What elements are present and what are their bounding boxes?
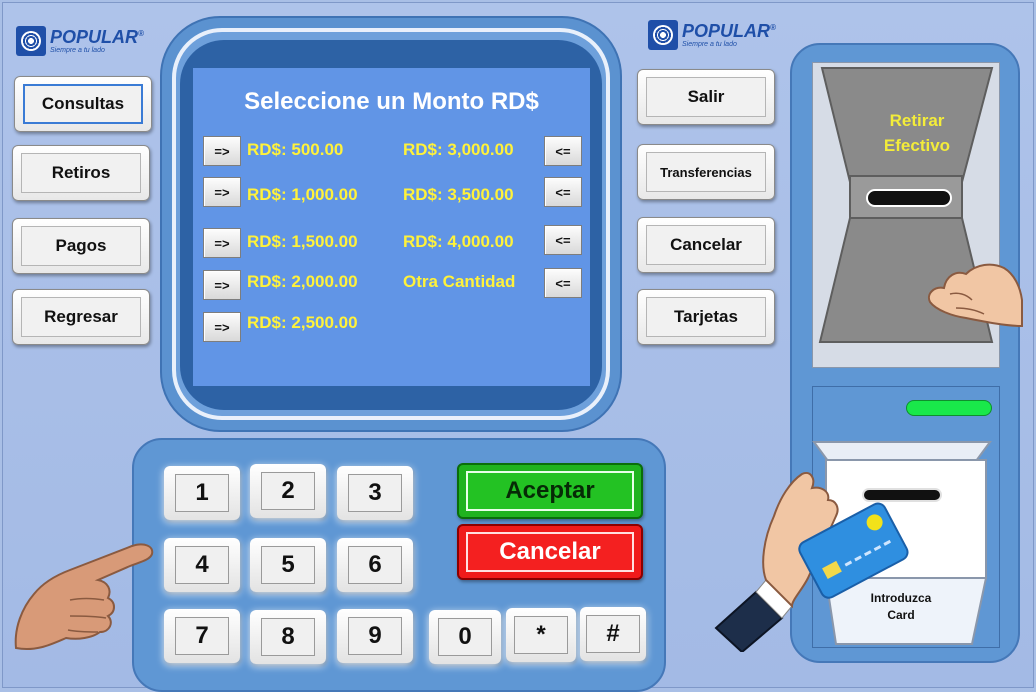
select-other-button[interactable]: <=	[544, 268, 582, 298]
key-8[interactable]: 8	[250, 610, 326, 664]
amount-500: RD$: 500.00	[247, 140, 344, 159]
key-5-label: 5	[261, 546, 315, 584]
consultas-label: Consultas	[23, 84, 143, 124]
key-star[interactable]: *	[506, 608, 576, 662]
key-hash-label: #	[586, 615, 640, 653]
retiros-button[interactable]: Retiros	[12, 145, 150, 201]
select-1000-button[interactable]: =>	[203, 177, 241, 207]
amount-3500: RD$: 3,500.00	[403, 185, 514, 204]
key-5[interactable]: 5	[250, 538, 326, 592]
key-7[interactable]: 7	[164, 609, 240, 663]
aceptar-button[interactable]: Aceptar	[457, 463, 643, 519]
amount-4000: RD$: 4,000.00	[403, 232, 514, 251]
key-8-label: 8	[261, 618, 315, 656]
select-2500-button[interactable]: =>	[203, 312, 241, 342]
amount-2500: RD$: 2,500.00	[247, 313, 358, 332]
popular-logo-right: POPULAR® Siempre a tu lado	[648, 20, 776, 50]
status-led	[906, 400, 992, 416]
tarjetas-button[interactable]: Tarjetas	[637, 289, 775, 345]
consultas-button[interactable]: Consultas	[14, 76, 152, 132]
hand-with-card-icon	[714, 472, 909, 652]
atm-screen: Seleccione un Monto RD$ => RD$: 500.00 =…	[193, 68, 590, 386]
regresar-label: Regresar	[21, 297, 141, 337]
pointing-hand-icon	[14, 543, 154, 650]
key-0-label: 0	[438, 618, 492, 656]
key-6-label: 6	[348, 546, 402, 584]
select-2000-button[interactable]: =>	[203, 270, 241, 300]
select-3000-button[interactable]: <=	[544, 136, 582, 166]
tarjetas-label: Tarjetas	[646, 297, 766, 337]
pagos-button[interactable]: Pagos	[12, 218, 150, 274]
key-star-label: *	[514, 616, 568, 654]
key-0[interactable]: 0	[429, 610, 501, 664]
key-hash[interactable]: #	[580, 607, 646, 661]
aceptar-label: Aceptar	[466, 471, 634, 511]
cancelar-keypad-button[interactable]: Cancelar	[457, 524, 643, 580]
key-4[interactable]: 4	[164, 538, 240, 592]
key-2-label: 2	[261, 472, 315, 510]
key-7-label: 7	[175, 617, 229, 655]
salir-label: Salir	[646, 77, 766, 117]
key-4-label: 4	[175, 546, 229, 584]
screen-title: Seleccione un Monto RD$	[244, 88, 539, 115]
key-6[interactable]: 6	[337, 538, 413, 592]
cash-slot[interactable]	[866, 189, 952, 207]
popular-mark-icon	[648, 20, 678, 50]
cancelar-side-label: Cancelar	[646, 225, 766, 265]
key-1[interactable]: 1	[164, 466, 240, 520]
hand-icon	[928, 263, 1023, 328]
amount-1500: RD$: 1,500.00	[247, 232, 358, 251]
key-9-label: 9	[348, 617, 402, 655]
key-9[interactable]: 9	[337, 609, 413, 663]
cancelar-keypad-label: Cancelar	[466, 532, 634, 572]
select-1500-button[interactable]: =>	[203, 228, 241, 258]
regresar-button[interactable]: Regresar	[12, 289, 150, 345]
popular-logo-left: POPULAR® Siempre a tu lado	[16, 26, 144, 56]
key-3[interactable]: 3	[337, 466, 413, 520]
key-3-label: 3	[348, 474, 402, 512]
select-3500-button[interactable]: <=	[544, 177, 582, 207]
amount-1000: RD$: 1,000.00	[247, 185, 358, 204]
transferencias-button[interactable]: Transferencias	[637, 144, 775, 200]
select-500-button[interactable]: =>	[203, 136, 241, 166]
retiros-label: Retiros	[21, 153, 141, 193]
amount-2000: RD$: 2,000.00	[247, 272, 358, 291]
select-4000-button[interactable]: <=	[544, 225, 582, 255]
cancelar-side-button[interactable]: Cancelar	[637, 217, 775, 273]
key-1-label: 1	[175, 474, 229, 512]
amount-3000: RD$: 3,000.00	[403, 140, 514, 159]
transferencias-label: Transferencias	[646, 152, 766, 192]
pagos-label: Pagos	[21, 226, 141, 266]
key-2[interactable]: 2	[250, 464, 326, 518]
popular-mark-icon	[16, 26, 46, 56]
retirar-efectivo-label: Retirar Efectivo	[883, 111, 951, 155]
salir-button[interactable]: Salir	[637, 69, 775, 125]
amount-other: Otra Cantidad	[403, 272, 516, 291]
